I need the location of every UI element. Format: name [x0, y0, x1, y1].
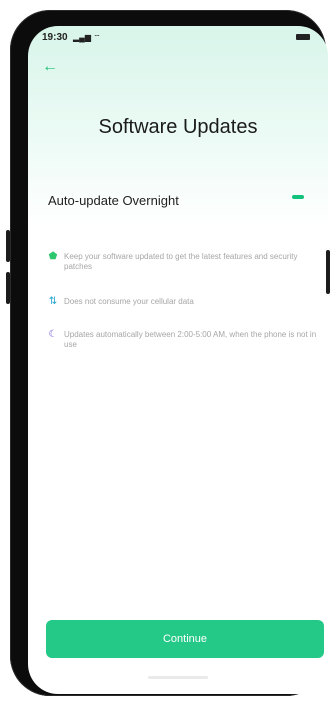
page-title: Software Updates	[98, 116, 258, 138]
power-button	[326, 250, 330, 294]
auto-update-label: Auto-update Overnight	[48, 193, 179, 208]
screen: 19:30 ▂▄▆ ⌔ ← Software Updates Auto-upda…	[28, 26, 328, 694]
volume-up-button	[6, 230, 10, 262]
shield-icon: ⬟	[48, 251, 58, 262]
home-indicator[interactable]	[148, 676, 208, 679]
auto-update-toggle[interactable]	[292, 195, 304, 199]
phone-frame: 19:30 ▂▄▆ ⌔ ← Software Updates Auto-upda…	[6, 10, 330, 696]
status-bar: 19:30 ▂▄▆ ⌔	[28, 26, 328, 48]
info-text-data: Does not consume your cellular data	[64, 297, 194, 306]
info-text-security: Keep your software updated to get the la…	[64, 252, 298, 271]
battery-icon	[296, 34, 310, 40]
volume-down-button	[6, 272, 10, 304]
back-arrow-icon[interactable]: ←	[42, 58, 58, 76]
arrows-up-down-icon: ⇅	[48, 296, 58, 307]
info-text-schedule: Updates automatically between 2:00-5:00 …	[64, 330, 317, 349]
status-time: 19:30	[42, 32, 68, 43]
moon-icon: ☾	[48, 329, 58, 340]
signal-icon: ▂▄▆ ⌔	[73, 33, 101, 42]
continue-button[interactable]: Continue	[46, 620, 324, 658]
